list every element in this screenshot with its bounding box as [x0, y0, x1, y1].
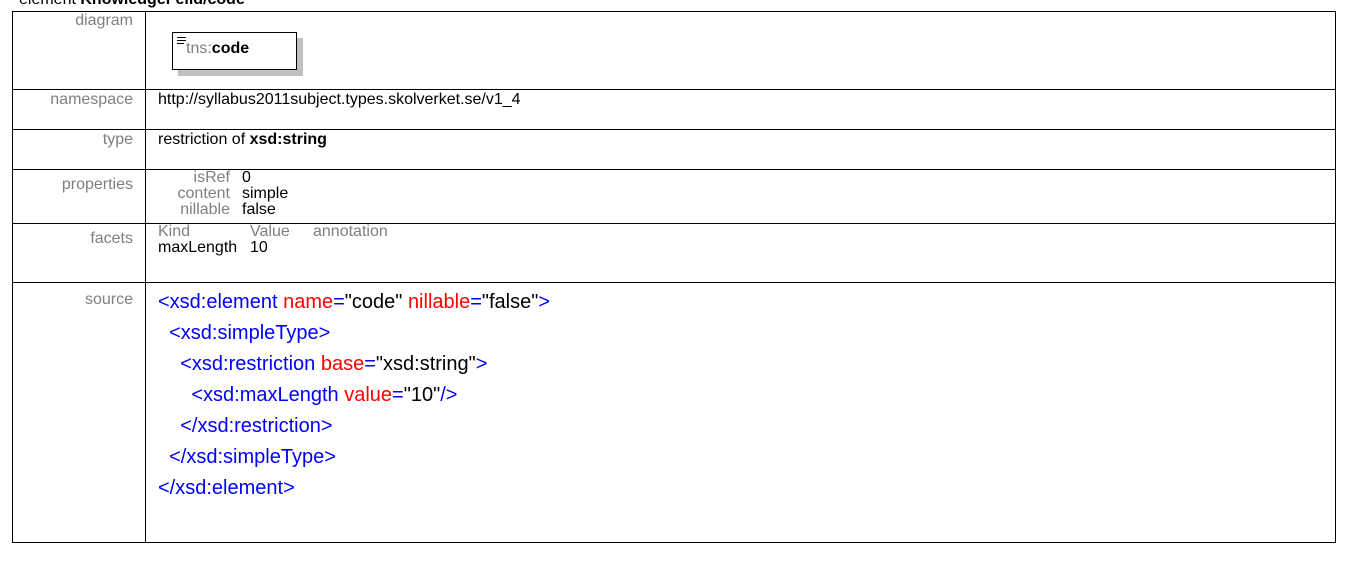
facets-header-value: Value: [250, 223, 290, 240]
facets-row: facets Kind Value annotation maxLength 1…: [12, 223, 1336, 283]
diagram-element-name: code: [211, 40, 250, 57]
element-heading: element KnowledgeFeild/code: [19, 0, 245, 9]
namespace-row: namespace http://syllabus2011subject.typ…: [12, 89, 1336, 130]
prop-key: content: [177, 185, 230, 202]
facet-kind: maxLength: [158, 239, 238, 256]
type-base: xsd:string: [249, 131, 327, 148]
facets-header-kind: Kind: [158, 223, 191, 240]
diagram-label: diagram: [12, 11, 146, 90]
prop-key: nillable: [180, 201, 230, 218]
source-line-7: </xsd:element>: [158, 477, 295, 499]
type-value: restriction of xsd:string: [145, 129, 1336, 170]
heading-element-name: KnowledgeFeild/code: [80, 0, 244, 8]
type-label: type: [12, 129, 146, 170]
properties-table: isRef 0 content simple nillable false: [146, 170, 1335, 218]
heading-prefix: element: [19, 0, 76, 8]
prop-value: 0: [242, 169, 251, 186]
source-cell: <xsd:element name="code" nillable="false…: [145, 282, 1336, 543]
prop-key: isRef: [193, 169, 230, 186]
namespace-value: http://syllabus2011subject.types.skolver…: [145, 89, 1336, 130]
source-row: source <xsd:element name="code" nillable…: [12, 282, 1336, 543]
properties-row: properties isRef 0 content simple nillable…: [12, 169, 1336, 224]
source-line-5: </xsd:restriction>: [180, 415, 333, 437]
facets-table: Kind Value annotation maxLength 10: [158, 224, 1335, 256]
source-line-2: <xsd:simpleType>: [169, 322, 331, 344]
element-lines-icon: [177, 37, 186, 45]
diagram-namespace-prefix: tns:: [186, 40, 212, 57]
prop-value: simple: [242, 185, 289, 202]
element-documentation-table: diagram tns:code namespace http://syllab…: [12, 11, 1336, 543]
type-row: type restriction of xsd:string: [12, 129, 1336, 170]
source-line-3: <xsd:restriction base="xsd:string">: [180, 353, 488, 375]
facets-label: facets: [12, 223, 146, 283]
source-line-4: <xsd:maxLength value="10"/>: [191, 384, 458, 406]
facets-header-annotation: annotation: [313, 223, 388, 240]
type-text: restriction of: [158, 131, 250, 148]
facets-cell: Kind Value annotation maxLength 10: [145, 223, 1336, 283]
prop-value: false: [242, 201, 276, 218]
namespace-label: namespace: [12, 89, 146, 130]
facet-value: 10: [250, 239, 268, 256]
source-code: <xsd:element name="code" nillable="false…: [158, 283, 1335, 504]
element-diagram-box[interactable]: tns:code: [172, 32, 297, 70]
properties-label: properties: [12, 169, 146, 224]
source-line-1: <xsd:element name="code" nillable="false…: [158, 291, 551, 313]
source-label: source: [12, 282, 146, 543]
source-line-6: </xsd:simpleType>: [169, 446, 336, 468]
diagram-row: diagram tns:code: [12, 11, 1336, 90]
properties-cell: isRef 0 content simple nillable false: [145, 169, 1336, 224]
diagram-cell: tns:code: [145, 11, 1336, 90]
facet-annotation: [313, 240, 433, 256]
